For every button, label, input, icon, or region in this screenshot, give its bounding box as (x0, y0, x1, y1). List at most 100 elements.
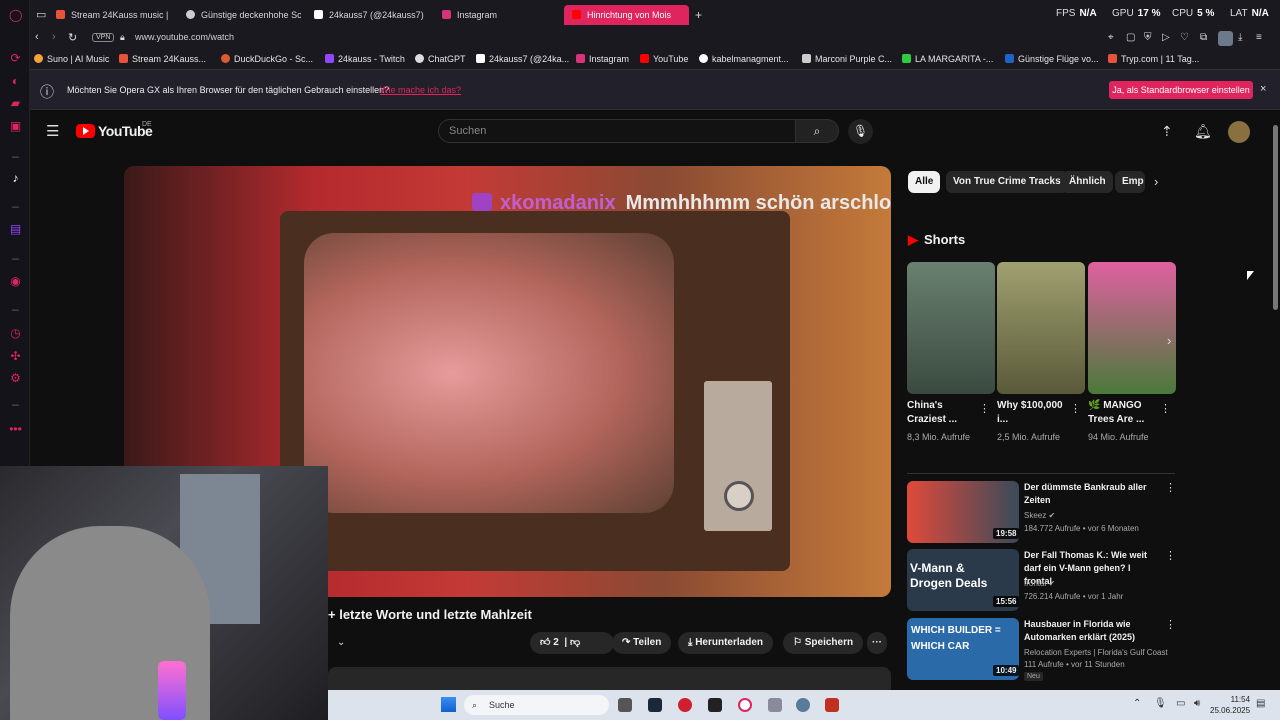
shield-icon[interactable]: ⛨ (1144, 32, 1152, 43)
back-icon[interactable]: ‹ (35, 31, 39, 43)
notifications-bell-icon[interactable]: 🔔︎ (1194, 123, 1212, 140)
speed-dial-icon[interactable]: ⟳ (9, 52, 22, 65)
url-field[interactable]: www.youtube.com/watch (135, 32, 234, 42)
scrollbar-thumb[interactable] (1273, 125, 1278, 310)
bookmark-kabelmanagment[interactable]: kabelmanagment... (699, 54, 789, 64)
new-tab-button[interactable]: + (695, 5, 709, 25)
like-button[interactable]: 👍︎ 2 | 👎︎ (530, 632, 614, 654)
chevron-down-icon[interactable]: ⌄ (337, 637, 345, 648)
chevron-right-icon[interactable]: › (1154, 174, 1158, 189)
bookmark-duckduckgo[interactable]: DuckDuckGo - Sc... (221, 54, 313, 64)
heart-icon[interactable]: ♡ (1180, 32, 1189, 43)
short-title[interactable]: 🌿 MANGO Trees Are ... (1088, 399, 1158, 427)
short-thumbnail[interactable] (997, 262, 1085, 394)
short-thumbnail[interactable] (1088, 262, 1176, 394)
list-item[interactable]: V-Mann & Drogen Deals 15:56 Der Fall Tho… (907, 549, 1177, 611)
search-input[interactable]: Suchen (438, 119, 796, 143)
lock-icon[interactable]: 🔒︎ (120, 32, 125, 43)
menu-icon[interactable]: ☰ (46, 122, 59, 140)
close-notification-button[interactable]: × (1260, 83, 1266, 95)
upload-icon[interactable]: ⇡ (1161, 123, 1173, 140)
page-scrollbar[interactable] (1271, 110, 1280, 690)
app-icon[interactable] (825, 698, 839, 712)
play-icon[interactable]: ▷ (1162, 32, 1170, 43)
voice-search-button[interactable]: 🎙︎ (848, 119, 873, 144)
chip-aehnlich[interactable]: Ähnlich (1062, 171, 1113, 193)
more-vert-icon[interactable]: ⋮ (1165, 481, 1176, 494)
app-icon[interactable] (768, 698, 782, 712)
extensions-icon[interactable]: ✣ (9, 350, 22, 363)
bookmark-twitch[interactable]: 24kauss - Twitch (325, 54, 405, 64)
more-vert-icon[interactable]: ⋮ (979, 402, 990, 415)
microphone-icon[interactable]: 🎙︎ (1154, 698, 1167, 709)
bookmark-margarita[interactable]: LA MARGARITA -... (902, 54, 993, 64)
save-button[interactable]: ⚐ Speichern (783, 632, 864, 654)
bookmark-stream[interactable]: Stream 24Kauss... (119, 54, 206, 64)
notification-icon[interactable]: ▤ (1256, 698, 1265, 709)
download-button[interactable]: ⤓ Herunterladen (678, 632, 773, 654)
bookmark-tryp[interactable]: Tryp.com | 11 Tag... (1108, 54, 1199, 64)
bookmark-suno[interactable]: Suno | AI Music (34, 54, 109, 64)
network-icon[interactable]: ▭ (1176, 698, 1185, 709)
easy-setup-icon[interactable]: ≡ (1256, 32, 1262, 43)
tab-instagram[interactable]: Instagram (442, 5, 552, 25)
windows-start-icon[interactable] (441, 697, 456, 712)
avatar[interactable] (1228, 121, 1250, 143)
channel-name[interactable]: frontal ✔ (1024, 579, 1055, 588)
bookmark-youtube[interactable]: YouTube (640, 54, 688, 64)
list-item[interactable]: WHICH BUILDER = WHICH CAR 10:49 Hausbaue… (907, 618, 1177, 681)
more-vert-icon[interactable]: ⋮ (1165, 549, 1176, 562)
more-actions-button[interactable]: ··· (867, 632, 887, 654)
short-title[interactable]: China's Craziest ... (907, 399, 977, 427)
tab-active-youtube[interactable]: Hinrichtung von Mois (564, 5, 689, 25)
bookmark-tiktok[interactable]: 24kauss7 (@24ka... (476, 54, 569, 64)
channel-name[interactable]: Skeez ✔ (1024, 511, 1055, 520)
video-title[interactable]: Der dümmste Bankraub aller Zeiten (1024, 481, 1154, 507)
app-icon[interactable] (708, 698, 722, 712)
how-to-link[interactable]: Wie mache ich das? (380, 85, 461, 95)
bookmark-instagram[interactable]: Instagram (576, 54, 629, 64)
chevron-right-icon[interactable]: › (1167, 333, 1171, 348)
twitch-icon[interactable]: ▤ (9, 223, 22, 236)
volume-icon[interactable]: 🔊︎ (1194, 698, 1200, 709)
steam-icon[interactable] (648, 698, 662, 712)
opera-gx-icon[interactable] (738, 698, 752, 712)
tiktok-icon[interactable]: ♪ (9, 172, 22, 185)
settings-icon[interactable]: ⚙ (9, 372, 22, 385)
player-icon[interactable]: ◉ (9, 275, 22, 288)
share-button[interactable]: ↷ Teilen (612, 632, 672, 654)
taskbar-clock[interactable]: 11:54 25.06.2025 (1210, 694, 1250, 716)
pin-icon[interactable]: ⌖ (1108, 32, 1114, 43)
download-icon[interactable]: ⤓ (1238, 32, 1242, 43)
chip-empfohlen[interactable]: Emp (1115, 171, 1145, 193)
short-thumbnail[interactable] (907, 262, 995, 394)
bookmark-fluege[interactable]: Günstige Flüge vo... (1005, 54, 1099, 64)
snapshot-icon[interactable]: ▢ (1126, 32, 1135, 43)
profile-avatar[interactable] (1218, 31, 1233, 46)
tab-deckenhohe[interactable]: Günstige deckenhohe Sc (186, 5, 301, 25)
forward-icon[interactable]: › (52, 31, 56, 43)
set-default-browser-button[interactable]: Ja, als Standardbrowser einstellen (1109, 81, 1253, 99)
more-icon[interactable]: ••• (9, 423, 22, 436)
chevron-up-icon[interactable]: ⌃ (1133, 698, 1141, 709)
gx-corner-icon[interactable]: ▰ (9, 97, 22, 110)
channel-name[interactable]: Relocation Experts | Florida's Gulf Coas… (1024, 648, 1168, 657)
settings-icon[interactable] (796, 698, 810, 712)
short-title[interactable]: Why $100,000 i... (997, 399, 1067, 427)
search-button[interactable]: ⌕ (795, 119, 839, 143)
opera-logo-icon[interactable]: ◯ (9, 9, 22, 22)
app-icon[interactable] (678, 698, 692, 712)
youtube-logo-icon[interactable] (76, 124, 95, 138)
tab-stream[interactable]: Stream 24Kauss music | (56, 5, 191, 25)
video-title[interactable]: Hausbauer in Florida wie Automarken erkl… (1024, 618, 1154, 644)
extensions-icon[interactable]: ⧉ (1200, 32, 1207, 43)
history-icon[interactable]: ◷ (9, 327, 22, 340)
more-vert-icon[interactable]: ⋮ (1165, 618, 1176, 631)
description-box[interactable] (328, 667, 891, 690)
reload-icon[interactable]: ↻ (68, 31, 77, 44)
bookmark-marconi[interactable]: Marconi Purple C... (802, 54, 892, 64)
chip-alle[interactable]: Alle (908, 171, 941, 193)
chip-true-crime-tracks[interactable]: Von True Crime Tracks (946, 171, 1068, 193)
more-vert-icon[interactable]: ⋮ (1160, 402, 1171, 415)
bookmark-chatgpt[interactable]: ChatGPT (415, 54, 466, 64)
